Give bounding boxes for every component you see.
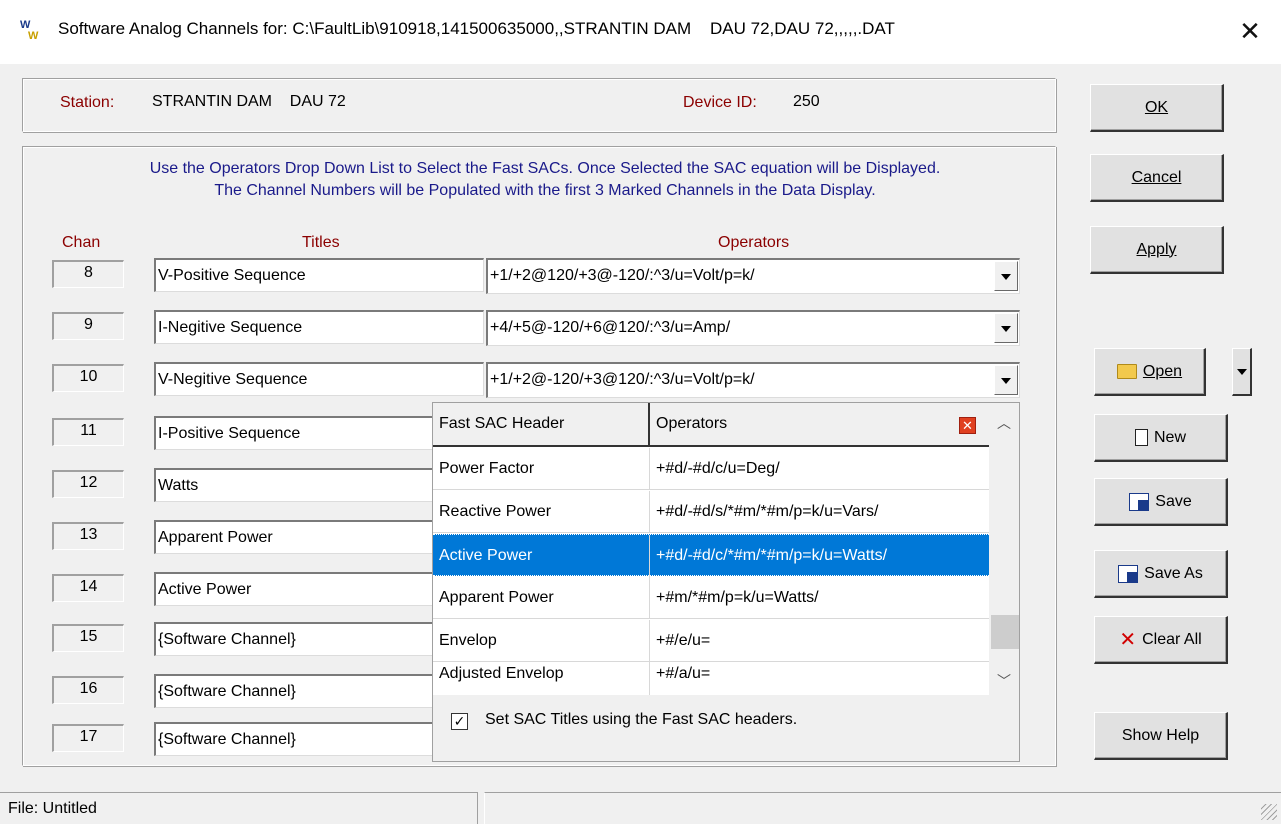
fast-sac-header-row: Fast SAC Header Operators ✕: [433, 403, 989, 447]
chevron-down-icon: [1237, 369, 1247, 375]
chan-column-header: Chan: [62, 234, 101, 251]
chan-number: 15: [52, 624, 124, 652]
chan-number: 14: [52, 574, 124, 602]
new-button[interactable]: New: [1094, 414, 1228, 462]
open-button[interactable]: Open: [1094, 348, 1206, 396]
operators-column-header: Operators: [718, 234, 790, 251]
fast-sac-header-col: Fast SAC Header: [433, 403, 650, 445]
clear-all-button[interactable]: ✕ Clear All: [1094, 616, 1228, 664]
title-bar: WW Software Analog Channels for: C:\Faul…: [0, 0, 1281, 64]
chevron-down-icon: [1001, 378, 1011, 384]
status-panel: [484, 792, 1281, 824]
fast-sac-titles-label: Set SAC Titles using the Fast SAC header…: [485, 711, 798, 728]
fast-sac-row[interactable]: Reactive Power +#d/-#d/s/*#m/*#m/p=k/u=V…: [433, 491, 989, 533]
station-label: Station:: [60, 94, 115, 111]
instructions-line-1: Use the Operators Drop Down List to Sele…: [149, 160, 941, 177]
dropdown-button[interactable]: [994, 365, 1018, 395]
show-help-button[interactable]: Show Help: [1094, 712, 1228, 760]
scroll-thumb[interactable]: [991, 615, 1019, 649]
chan-number: 11: [52, 418, 124, 446]
apply-label: Apply: [1136, 240, 1177, 258]
chan-number: 17: [52, 724, 124, 752]
fast-sac-row[interactable]: Power Factor +#d/-#d/c/u=Deg/: [433, 448, 989, 490]
fast-sac-header: Reactive Power: [433, 491, 650, 533]
dropdown-button[interactable]: [994, 261, 1018, 291]
save-icon: [1129, 492, 1150, 511]
chan-number: 12: [52, 470, 124, 498]
chevron-down-icon: [1001, 274, 1011, 280]
cancel-label: Cancel: [1131, 168, 1182, 186]
window-title: Software Analog Channels for: C:\FaultLi…: [58, 19, 895, 38]
operator-combo[interactable]: +4/+5@-120/+6@120/:^3/u=Amp/: [486, 310, 1020, 346]
operator-value: +1/+2@-120/+3@120/:^3/u=Volt/p=k/: [490, 371, 755, 388]
save-as-icon: [1118, 564, 1139, 583]
chevron-down-icon: [1001, 326, 1011, 332]
save-label: Save: [1155, 492, 1192, 510]
clear-all-label: Clear All: [1142, 630, 1202, 648]
fast-sac-header: Adjusted Envelop: [433, 653, 650, 695]
show-help-label: Show Help: [1121, 726, 1200, 744]
title-input[interactable]: I-Negitive Sequence: [154, 310, 484, 344]
open-dropdown-button[interactable]: [1232, 348, 1252, 396]
save-as-label: Save As: [1144, 564, 1203, 582]
title-input[interactable]: V-Positive Sequence: [154, 258, 484, 292]
fast-sac-row-selected[interactable]: Active Power +#d/-#d/c/*#m/*#m/p=k/u=Wat…: [433, 534, 989, 577]
fast-sac-header: Active Power: [433, 535, 650, 577]
fast-sac-table: Fast SAC Header Operators ✕ Power Factor…: [433, 403, 989, 695]
operator-combo[interactable]: +1/+2@-120/+3@120/:^3/u=Volt/p=k/: [486, 362, 1020, 398]
fast-sac-titles-checkbox[interactable]: ✓: [451, 713, 468, 730]
ok-button[interactable]: OK: [1090, 84, 1224, 132]
titles-column-header: Titles: [302, 234, 340, 251]
instructions-line-2: The Channel Numbers will be Populated wi…: [214, 182, 876, 199]
operator-value: +4/+5@-120/+6@120/:^3/u=Amp/: [490, 319, 731, 336]
fast-sac-row[interactable]: Apparent Power +#m/*#m/p=k/u=Watts/: [433, 577, 989, 619]
fast-sac-operator: +#/a/u=: [656, 665, 711, 682]
operator-value: +1/+2@120/+3@-120/:^3/u=Volt/p=k/: [490, 267, 755, 284]
folder-icon: [1116, 364, 1137, 379]
chan-number: 10: [52, 364, 124, 392]
device-id-value: 250: [793, 93, 820, 110]
chan-number: 13: [52, 522, 124, 550]
new-label: New: [1153, 428, 1186, 446]
save-as-button[interactable]: Save As: [1094, 550, 1228, 598]
close-icon[interactable]: ✕: [959, 417, 976, 434]
device-id-label: Device ID:: [683, 94, 757, 111]
cancel-button[interactable]: Cancel: [1090, 154, 1224, 202]
ok-label: OK: [1144, 98, 1169, 116]
open-label: Open: [1142, 362, 1183, 380]
chan-number: 9: [52, 312, 124, 340]
chan-number: 8: [52, 260, 124, 288]
fast-sac-operator: +#d/-#d/c/u=Deg/: [656, 460, 780, 477]
status-file: File: Untitled: [0, 792, 478, 824]
new-document-icon: [1134, 429, 1148, 446]
title-input[interactable]: V-Negitive Sequence: [154, 362, 484, 396]
close-icon[interactable]: ✕: [1230, 12, 1270, 52]
operator-combo[interactable]: +1/+2@120/+3@-120/:^3/u=Volt/p=k/: [486, 258, 1020, 294]
scroll-up-icon[interactable]: ︿: [989, 413, 1019, 437]
scrollbar[interactable]: ︿ ﹀: [989, 403, 1019, 695]
clear-icon: ✕: [1119, 629, 1137, 651]
app-icon: WW: [20, 19, 39, 42]
fast-sac-operator: +#m/*#m/p=k/u=Watts/: [656, 589, 819, 606]
scroll-down-icon[interactable]: ﹀: [989, 671, 1019, 695]
fast-sac-header: Power Factor: [433, 448, 650, 490]
fast-sac-operator: +#d/-#d/s/*#m/*#m/p=k/u=Vars/: [656, 503, 879, 520]
station-value: STRANTIN DAM DAU 72: [152, 93, 346, 110]
chan-number: 16: [52, 676, 124, 704]
operators-col: Operators: [656, 415, 728, 432]
save-button[interactable]: Save: [1094, 478, 1228, 526]
apply-button[interactable]: Apply: [1090, 226, 1224, 274]
fast-sac-row[interactable]: Adjusted Envelop +#/a/u=: [433, 653, 989, 695]
fast-sac-popup: Fast SAC Header Operators ✕ Power Factor…: [432, 402, 1020, 762]
fast-sac-operator: +#d/-#d/c/*#m/*#m/p=k/u=Watts/: [656, 547, 888, 564]
resize-grip-icon[interactable]: [1261, 804, 1277, 820]
fast-sac-header: Apparent Power: [433, 577, 650, 619]
dropdown-button[interactable]: [994, 313, 1018, 343]
